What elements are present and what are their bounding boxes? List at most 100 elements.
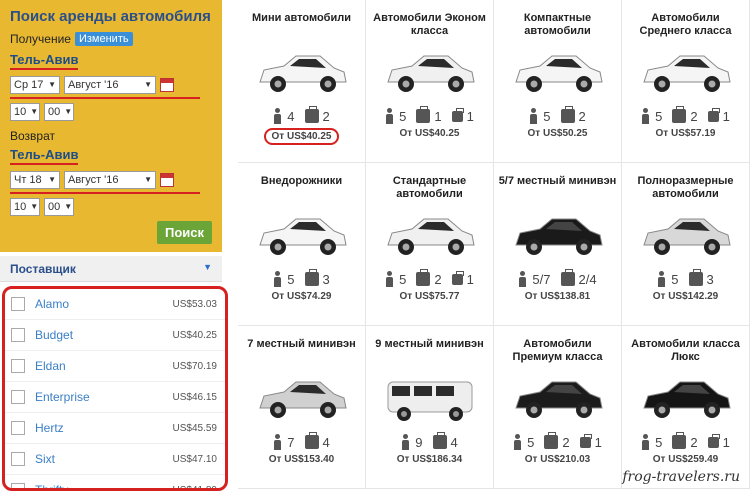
supplier-header[interactable]: Поставщик ▼ xyxy=(0,256,222,282)
car-card[interactable]: Полноразмерные автомобили 5 3 От US$142.29 xyxy=(622,163,750,326)
return-min-select[interactable]: 00 ▼ xyxy=(44,198,74,216)
car-image[interactable] xyxy=(254,374,350,424)
return-month-select[interactable]: Август '16 ▼ xyxy=(64,171,156,189)
luggage-icon xyxy=(416,269,431,286)
bag-count: 2 xyxy=(578,108,586,124)
search-panel: Поиск аренды автомобиля Получение Измени… xyxy=(0,0,222,252)
car-price[interactable]: От US$40.25 xyxy=(263,128,340,145)
search-button[interactable]: Поиск xyxy=(156,221,212,244)
car-image[interactable] xyxy=(254,48,350,98)
car-category-title[interactable]: Компактные автомобили xyxy=(494,12,621,40)
passenger-count: 5 xyxy=(287,271,295,287)
car-price[interactable]: От US$142.29 xyxy=(653,291,719,302)
pickup-hour-select[interactable]: 10 ▼ xyxy=(10,103,40,121)
supplier-item[interactable]: Enterprise US$46.15 xyxy=(5,382,225,413)
car-card[interactable]: Стандартные автомобили 5 2 1 От US$75.77 xyxy=(366,163,494,326)
car-image[interactable] xyxy=(510,374,606,424)
supplier-checkbox[interactable] xyxy=(11,297,25,311)
car-category-title[interactable]: Мини автомобили xyxy=(238,12,365,40)
supplier-name[interactable]: Alamo xyxy=(35,297,173,311)
car-image[interactable] xyxy=(510,48,606,98)
passenger-icon xyxy=(273,271,282,287)
pickup-label: Получение xyxy=(10,32,71,46)
car-price[interactable]: От US$259.49 xyxy=(653,454,719,465)
supplier-item[interactable]: Thrifty US$41.89 xyxy=(5,475,225,488)
return-day-select[interactable]: Чт 18 ▼ xyxy=(10,171,60,189)
car-card[interactable]: Компактные автомобили 5 2 От US$50.25 xyxy=(494,0,622,163)
passenger-count: 5/7 xyxy=(532,271,551,287)
supplier-name[interactable]: Eldan xyxy=(35,359,173,373)
luggage-icon xyxy=(304,106,319,123)
return-city[interactable]: Тель-Авив xyxy=(10,147,79,165)
supplier-name[interactable]: Hertz xyxy=(35,421,173,435)
car-card[interactable]: Мини автомобили 4 2 От US$40.25 xyxy=(238,0,366,163)
car-image[interactable] xyxy=(638,48,734,98)
supplier-checkbox[interactable] xyxy=(11,421,25,435)
supplier-checkbox[interactable] xyxy=(11,483,25,488)
car-category-title[interactable]: 9 местный минивэн xyxy=(366,338,493,366)
car-price[interactable]: От US$210.03 xyxy=(525,454,591,465)
chevron-down-icon[interactable]: ▼ xyxy=(203,262,212,275)
small-bag-count: 1 xyxy=(466,108,474,124)
car-capacity: 5 1 1 xyxy=(366,106,493,124)
car-category-title[interactable]: 5/7 местный минивэн xyxy=(494,175,621,203)
car-price[interactable]: От US$153.40 xyxy=(269,454,335,465)
car-category-title[interactable]: Стандартные автомобили xyxy=(366,175,493,203)
car-card[interactable]: 5/7 местный минивэн 5/7 2/4 От US$138.81 xyxy=(494,163,622,326)
return-hour-select[interactable]: 10 ▼ xyxy=(10,198,40,216)
calendar-icon[interactable] xyxy=(160,173,174,187)
car-price[interactable]: От US$50.25 xyxy=(528,128,588,139)
car-price[interactable]: От US$40.25 xyxy=(400,128,460,139)
car-card[interactable]: Автомобили Эконом класса 5 1 1 От US$40.25 xyxy=(366,0,494,163)
supplier-item[interactable]: Eldan US$70.19 xyxy=(5,351,225,382)
car-image[interactable] xyxy=(382,211,478,261)
car-category-title[interactable]: Автомобили Среднего класса xyxy=(622,12,749,40)
car-category-title[interactable]: Автомобили класса Люкс xyxy=(622,338,749,366)
car-image[interactable] xyxy=(510,211,606,261)
car-card[interactable]: Внедорожники 5 3 От US$74.29 xyxy=(238,163,366,326)
car-category-title[interactable]: Внедорожники xyxy=(238,175,365,203)
passenger-count: 5 xyxy=(399,271,407,287)
pickup-day-select[interactable]: Ср 17 ▼ xyxy=(10,76,60,94)
car-category-title[interactable]: 7 местный минивэн xyxy=(238,338,365,366)
pickup-city[interactable]: Тель-Авив xyxy=(10,52,79,70)
supplier-name[interactable]: Sixt xyxy=(35,452,173,466)
supplier-checkbox[interactable] xyxy=(11,328,25,342)
car-price[interactable]: От US$57.19 xyxy=(656,128,716,139)
supplier-name[interactable]: Enterprise xyxy=(35,390,173,404)
supplier-item[interactable]: Budget US$40.25 xyxy=(5,320,225,351)
supplier-checkbox[interactable] xyxy=(11,359,25,373)
car-card[interactable]: Автомобили Премиум класса 5 2 1 От US$210.03 xyxy=(494,326,622,489)
car-card[interactable]: Автомобили Среднего класса 5 2 1 От US$57.19 xyxy=(622,0,750,163)
car-image[interactable] xyxy=(254,211,350,261)
car-image[interactable] xyxy=(382,374,478,424)
car-category-title[interactable]: Полноразмерные автомобили xyxy=(622,175,749,203)
small-luggage-icon xyxy=(707,433,720,448)
supplier-item[interactable]: Sixt US$47.10 xyxy=(5,444,225,475)
car-image[interactable] xyxy=(638,211,734,261)
supplier-name[interactable]: Thrifty xyxy=(35,483,173,488)
passenger-count: 5 xyxy=(655,434,663,450)
pickup-month-select[interactable]: Август '16 ▼ xyxy=(64,76,156,94)
pickup-min-select[interactable]: 00 ▼ xyxy=(44,103,74,121)
car-category-title[interactable]: Автомобили Эконом класса xyxy=(366,12,493,40)
supplier-item[interactable]: Hertz US$45.59 xyxy=(5,413,225,444)
car-price[interactable]: От US$186.34 xyxy=(397,454,463,465)
supplier-name[interactable]: Budget xyxy=(35,328,173,342)
car-image[interactable] xyxy=(638,374,734,424)
car-price[interactable]: От US$75.77 xyxy=(400,291,460,302)
car-price[interactable]: От US$138.81 xyxy=(525,291,591,302)
car-image[interactable] xyxy=(382,48,478,98)
car-category-title[interactable]: Автомобили Премиум класса xyxy=(494,338,621,366)
bag-count: 2/4 xyxy=(578,271,597,287)
car-card[interactable]: 9 местный минивэн 9 4 От US$186.34 xyxy=(366,326,494,489)
car-price[interactable]: От US$74.29 xyxy=(272,291,332,302)
supplier-checkbox[interactable] xyxy=(11,390,25,404)
car-card[interactable]: Автомобили класса Люкс 5 2 1 От US$259.49 xyxy=(622,326,750,489)
change-button[interactable]: Изменить xyxy=(74,32,133,46)
supplier-item[interactable]: Alamo US$53.03 xyxy=(5,289,225,320)
car-card[interactable]: 7 местный минивэн 7 4 От US$153.40 xyxy=(238,326,366,489)
calendar-icon[interactable] xyxy=(160,78,174,92)
panel-title: Поиск аренды автомобиля xyxy=(10,8,211,25)
supplier-checkbox[interactable] xyxy=(11,452,25,466)
